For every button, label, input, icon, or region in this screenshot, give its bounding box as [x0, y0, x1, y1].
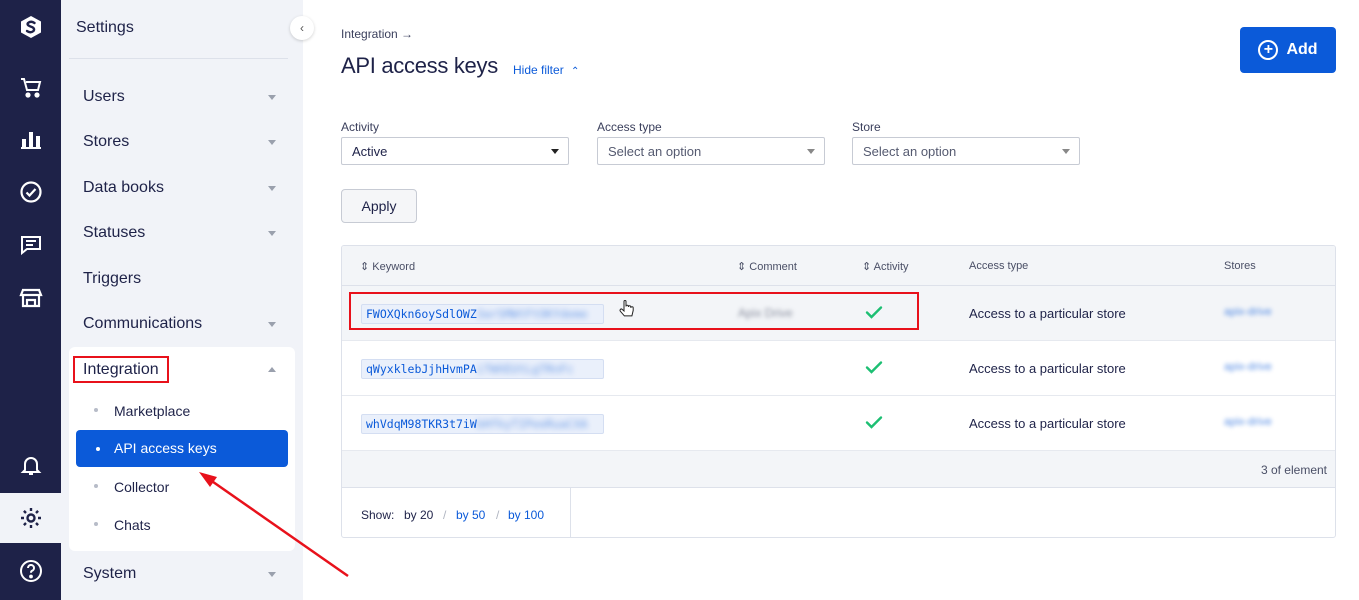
bullet	[94, 522, 98, 526]
column-access-type: Access type	[969, 260, 1029, 272]
api-key-value[interactable]: qWyxklebJjhHvmPAiTWXEUtLgTRnFc	[361, 359, 604, 379]
chevron-down-icon	[268, 572, 276, 577]
page-size-selector: Show: by 20 / by 50 / by 100	[342, 488, 571, 537]
check-circle-icon[interactable]	[0, 169, 61, 215]
page-size-20[interactable]: by 20	[404, 508, 433, 522]
settings-menu: Settings ‹ Users Stores Data books Statu…	[61, 0, 314, 600]
column-label: Comment	[749, 261, 797, 273]
page-title: API access keys	[341, 53, 498, 78]
chevron-down-icon	[268, 140, 276, 145]
access-type-cell: Access to a particular store	[969, 416, 1126, 431]
activity-filter-label: Activity	[341, 120, 380, 134]
submenu-api-access-keys[interactable]: API access keys	[76, 430, 288, 467]
store-icon[interactable]	[0, 275, 61, 321]
menu-item-triggers[interactable]: Triggers	[83, 270, 141, 288]
menu-item-users[interactable]: Users	[83, 88, 125, 106]
submenu-collector[interactable]: Collector	[114, 479, 169, 495]
menu-item-communications[interactable]: Communications	[83, 315, 202, 333]
chat-icon[interactable]	[0, 222, 61, 268]
access-type-cell: Access to a particular store	[969, 306, 1126, 321]
divider	[69, 58, 288, 59]
menu-item-system[interactable]: System	[83, 565, 136, 583]
chevron-down-icon	[268, 95, 276, 100]
api-keys-table: ⇕ Keyword ⇕ Comment ⇕ Activity Access ty…	[341, 245, 1336, 538]
bullet	[96, 447, 100, 451]
key-visible: qWyxklebJjhHvmPA	[366, 362, 477, 376]
column-label: Activity	[873, 261, 909, 273]
activity-value: Active	[352, 144, 388, 159]
sort-icon: ⇕	[737, 261, 750, 273]
dropdown-arrow-icon	[1062, 149, 1070, 154]
logo-icon[interactable]	[0, 4, 61, 50]
store-filter-label: Store	[852, 120, 881, 134]
store-select[interactable]: Select an option	[852, 137, 1080, 165]
access-type-value: Select an option	[608, 144, 702, 159]
gear-icon[interactable]	[0, 493, 61, 543]
add-button[interactable]: + Add	[1240, 27, 1336, 73]
store-link[interactable]: apix-drive	[1224, 361, 1272, 373]
chevron-up-icon: ⌃	[571, 66, 580, 77]
hide-filter-label: Hide filter	[513, 63, 564, 77]
submenu-label: API access keys	[114, 440, 217, 456]
sort-icon: ⇕	[862, 261, 874, 273]
column-keyword[interactable]: ⇕ Keyword	[360, 260, 415, 273]
key-masked: bHfkyTIPeeRuaCXA	[476, 417, 588, 431]
table-row[interactable]: whVdqM98TKR3t7iWbHfkyTIPeeRuaCXA Access …	[342, 396, 1335, 451]
chevron-down-icon	[268, 186, 276, 191]
menu-title: Settings	[76, 19, 134, 36]
store-value: Select an option	[863, 144, 957, 159]
column-stores: Stores	[1224, 260, 1256, 272]
element-count: 3 of element	[1260, 463, 1327, 477]
access-type-filter-label: Access type	[597, 120, 662, 134]
annotation-highlight	[73, 356, 169, 383]
sort-icon: ⇕	[360, 261, 373, 273]
column-label: Keyword	[372, 261, 416, 273]
breadcrumb[interactable]: Integration →	[341, 27, 413, 41]
key-masked: iTWXEUtLgTRnFc	[476, 362, 574, 376]
chevron-left-icon: ‹	[300, 21, 304, 35]
plus-circle-icon: +	[1258, 40, 1279, 60]
app-rail	[0, 0, 61, 600]
table-header: ⇕ Keyword ⇕ Comment ⇕ Activity Access ty…	[342, 246, 1335, 286]
dropdown-arrow-icon	[551, 149, 559, 154]
add-label: Add	[1286, 41, 1318, 58]
separator: /	[443, 508, 447, 522]
dropdown-arrow-icon	[807, 149, 815, 154]
chevron-down-icon	[268, 231, 276, 236]
chevron-up-icon	[268, 367, 276, 372]
page-size-50[interactable]: by 50	[456, 508, 485, 522]
hide-filter-link[interactable]: Hide filter ⌃	[513, 63, 579, 77]
help-icon[interactable]	[0, 548, 61, 594]
table-footer: 3 of element	[342, 451, 1335, 488]
show-label: Show:	[361, 508, 395, 522]
check-icon	[865, 416, 883, 429]
collapse-menu-button[interactable]: ‹	[290, 16, 314, 40]
chart-icon[interactable]	[0, 116, 61, 162]
api-key-value[interactable]: whVdqM98TKR3t7iWbHfkyTIPeeRuaCXA	[361, 414, 604, 434]
check-icon	[865, 361, 883, 374]
chevron-down-icon	[268, 322, 276, 327]
access-type-cell: Access to a particular store	[969, 361, 1126, 376]
column-comment[interactable]: ⇕ Comment	[737, 260, 797, 273]
bell-icon[interactable]	[0, 442, 61, 488]
column-activity[interactable]: ⇕ Activity	[862, 260, 909, 273]
key-visible: whVdqM98TKR3t7iW	[366, 417, 477, 431]
bullet	[94, 484, 98, 488]
page-size-100[interactable]: by 100	[508, 508, 544, 522]
submenu-chats[interactable]: Chats	[114, 517, 151, 533]
submenu-marketplace[interactable]: Marketplace	[114, 403, 190, 419]
store-link[interactable]: apix-drive	[1224, 416, 1272, 428]
store-link[interactable]: apix-drive	[1224, 306, 1272, 318]
separator: /	[496, 508, 500, 522]
activity-select[interactable]: Active	[341, 137, 569, 165]
menu-item-data-books[interactable]: Data books	[83, 179, 164, 197]
apply-button[interactable]: Apply	[341, 189, 417, 223]
access-type-select[interactable]: Select an option	[597, 137, 825, 165]
menu-item-statuses[interactable]: Statuses	[83, 224, 145, 242]
hand-cursor-icon	[619, 300, 634, 317]
cart-icon[interactable]	[0, 64, 61, 110]
bullet	[94, 408, 98, 412]
menu-item-stores[interactable]: Stores	[83, 133, 129, 151]
table-row[interactable]: qWyxklebJjhHvmPAiTWXEUtLgTRnFc Access to…	[342, 341, 1335, 396]
